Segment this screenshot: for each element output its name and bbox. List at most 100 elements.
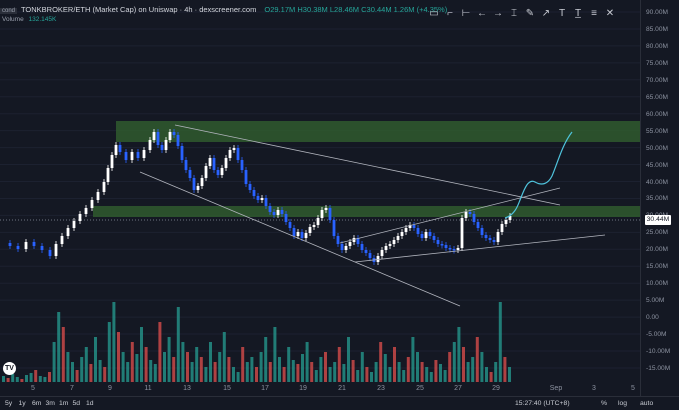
timeframe-3m[interactable]: 3m — [46, 400, 55, 407]
candle-body — [448, 248, 452, 250]
candle-body — [376, 256, 380, 262]
candle-body — [208, 158, 212, 166]
volume-bar — [2, 376, 5, 382]
candle-body — [90, 200, 94, 208]
brush-icon[interactable]: ✎ — [522, 6, 538, 20]
volume-bar — [103, 367, 107, 382]
price-chart[interactable] — [0, 0, 679, 396]
candle-body — [484, 235, 488, 238]
volume-bar — [38, 376, 42, 382]
candle-body — [196, 186, 200, 190]
candle-body — [124, 152, 128, 160]
candle-body — [424, 232, 428, 238]
time-axis-label: 13 — [183, 385, 191, 392]
candle-body — [40, 246, 44, 250]
candle-body — [192, 178, 196, 190]
time-axis-label: 9 — [108, 385, 112, 392]
candle-body — [236, 148, 240, 160]
volume-bar — [489, 372, 493, 382]
volume-bar — [443, 370, 447, 382]
volume-bar — [89, 364, 93, 382]
timeframe-6m[interactable]: 6m — [32, 400, 41, 407]
text-icon[interactable]: T — [554, 6, 570, 20]
volume-bar — [291, 360, 295, 382]
vertical-line-icon[interactable]: ⌶ — [506, 6, 522, 20]
volume-bar — [434, 360, 438, 382]
candle-body — [392, 240, 396, 244]
price-axis-label: 15.00M — [646, 263, 668, 271]
volume-bar — [222, 332, 226, 382]
candle-body — [48, 250, 52, 256]
volume-bar — [121, 352, 125, 382]
volume-bar — [11, 374, 15, 382]
tradingview-logo: TV — [3, 362, 16, 375]
time-axis-label: 25 — [416, 385, 424, 392]
timeframe-1d[interactable]: 1d — [86, 400, 94, 407]
price-axis-label: -15.00M — [646, 364, 671, 372]
right-arrow-icon[interactable]: → — [490, 6, 506, 20]
rectangle-icon[interactable]: ▭ — [426, 6, 442, 20]
condition-badge[interactable]: cond — [0, 8, 18, 14]
settings-list-icon[interactable]: ≡ — [586, 6, 602, 20]
volume-bar — [296, 364, 300, 382]
candle-body — [432, 236, 436, 240]
volume-value: 132.145K — [28, 16, 57, 23]
price-axis-divider — [640, 0, 641, 396]
volume-bar — [130, 342, 134, 382]
candle-body — [500, 224, 504, 232]
candle-body — [292, 228, 296, 236]
candle-body — [224, 158, 228, 168]
candle-body — [152, 132, 156, 140]
volume-bar — [333, 362, 337, 382]
symbol-title[interactable]: TONKBROKER/ETH (Market Cap) on Uniswap ·… — [21, 5, 256, 14]
candle-body — [472, 214, 476, 222]
candle-body — [136, 152, 140, 158]
lower-channel-line — [139, 171, 461, 307]
price-axis-label: 55.00M — [646, 127, 668, 135]
candle-body — [156, 132, 160, 145]
candle-body — [164, 140, 168, 150]
price-axis-label: 80.00M — [646, 42, 668, 50]
volume-bar — [29, 373, 33, 382]
candle-body — [284, 214, 288, 222]
volume-bar — [71, 362, 74, 382]
scale-option-percent[interactable]: % — [601, 400, 607, 407]
volume-bar — [176, 307, 180, 382]
candle-body — [340, 244, 344, 250]
volume-bar — [144, 347, 148, 382]
volume-bar — [342, 364, 346, 382]
volume-bar — [61, 327, 65, 382]
candle-body — [488, 238, 492, 240]
candle-body — [130, 152, 134, 160]
close-icon[interactable]: ✕ — [602, 6, 618, 20]
timeframe-1m[interactable]: 1m — [59, 400, 68, 407]
arrow-up-right-icon[interactable]: ↗ — [538, 6, 554, 20]
candle-body — [184, 160, 188, 170]
path-icon[interactable]: ⌐ — [442, 6, 458, 20]
timeframe-5d[interactable]: 5d — [73, 400, 81, 407]
left-arrow-icon[interactable]: ← — [474, 6, 490, 20]
horizontal-arrow-icon[interactable]: ⊢ — [458, 6, 474, 20]
time-axis-label: 17 — [261, 385, 269, 392]
candle-body — [464, 212, 468, 218]
candle-body — [204, 166, 208, 178]
candle-body — [216, 170, 220, 175]
volume-bar — [462, 347, 465, 382]
ohlc-readout: O29.17M H30.38M L28.46M C30.44M 1.26M (+… — [264, 5, 448, 14]
candle-body — [468, 212, 472, 214]
candle-body — [212, 158, 216, 170]
timeframe-5y[interactable]: 5y — [5, 400, 12, 407]
volume-bar — [43, 377, 47, 382]
candle-body — [78, 214, 82, 221]
candle-body — [312, 225, 316, 227]
scale-option-auto[interactable]: auto — [640, 400, 653, 407]
scale-option-log[interactable]: log — [618, 400, 627, 407]
volume-bar — [314, 370, 318, 382]
volume-bar — [305, 342, 309, 382]
timeframe-1y[interactable]: 1y — [19, 400, 26, 407]
volume-bar — [356, 370, 360, 382]
volume-bar — [379, 342, 383, 382]
volume-bar — [452, 342, 456, 382]
clock: 15:27:40 (UTC+8) — [515, 400, 570, 407]
text-box-icon[interactable]: T̲ — [570, 6, 586, 20]
